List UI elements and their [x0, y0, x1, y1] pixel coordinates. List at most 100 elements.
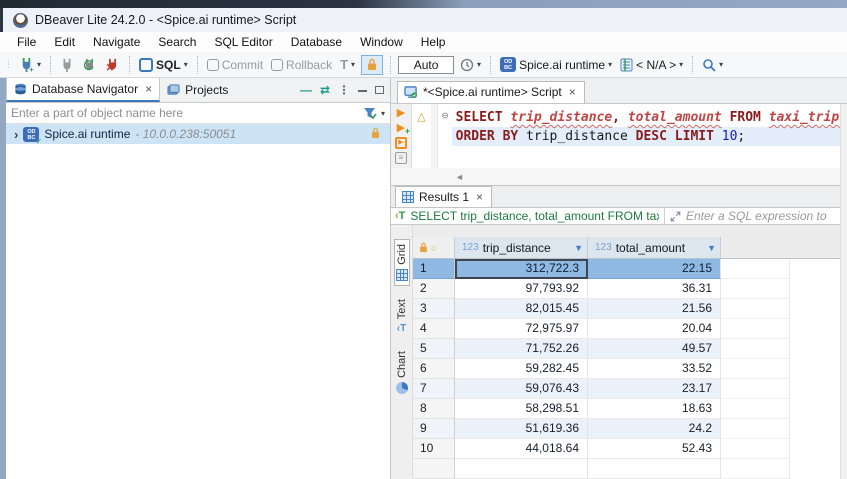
connect-button[interactable]: + ▾: [17, 56, 43, 73]
close-icon[interactable]: ×: [569, 85, 576, 99]
filter-caret-icon[interactable]: ▾: [381, 109, 385, 118]
menu-help[interactable]: Help: [412, 33, 455, 51]
cell-trip-distance[interactable]: 59,076.43: [455, 379, 588, 399]
menu-search[interactable]: Search: [149, 33, 205, 51]
row-number[interactable]: 9: [413, 419, 455, 439]
table-row[interactable]: 297,793.9236.31: [413, 279, 847, 299]
active-connection-combo[interactable]: ODBC Spice.ai runtime ▾: [498, 56, 614, 73]
sort-icon[interactable]: ▼: [574, 243, 583, 253]
tab-grid-view[interactable]: Grid: [394, 239, 410, 286]
object-filter-input[interactable]: [11, 106, 363, 120]
cell-total-amount[interactable]: 24.2: [588, 419, 721, 439]
menu-edit[interactable]: Edit: [45, 33, 84, 51]
commit-mode-combo[interactable]: Auto: [398, 56, 454, 74]
code-line-2[interactable]: ORDER BY trip_distance DESC LIMIT 10;: [452, 127, 847, 146]
tab-script-editor[interactable]: *<Spice.ai runtime> Script ×: [397, 81, 585, 103]
expander-icon[interactable]: ›: [14, 127, 18, 142]
transaction-log-button[interactable]: T ▾: [338, 56, 357, 73]
tab-chart-view[interactable]: Chart: [395, 347, 409, 398]
execute-statement-button[interactable]: ▶: [397, 107, 405, 119]
transaction-caret-icon[interactable]: ▾: [351, 60, 355, 69]
row-number[interactable]: 10: [413, 439, 455, 459]
row-number[interactable]: 1: [413, 259, 455, 279]
minimize-view-icon[interactable]: [358, 89, 367, 92]
view-menu-icon[interactable]: ⋮: [338, 83, 350, 97]
connection-caret-icon[interactable]: ▾: [608, 60, 612, 69]
close-icon[interactable]: ×: [145, 82, 152, 96]
tab-projects[interactable]: Projects: [160, 78, 235, 102]
row-number[interactable]: 6: [413, 359, 455, 379]
cell-trip-distance[interactable]: 51,619.36: [455, 419, 588, 439]
table-row[interactable]: 571,752.2649.57: [413, 339, 847, 359]
table-row[interactable]: 472,975.9720.04: [413, 319, 847, 339]
execute-script-button[interactable]: ▶: [395, 137, 407, 149]
table-row[interactable]: 858,298.5118.63: [413, 399, 847, 419]
table-row[interactable]: 1044,018.6452.43: [413, 439, 847, 459]
cell-trip-distance[interactable]: 72,975.97: [455, 319, 588, 339]
table-row[interactable]: 1312,722.322.15: [413, 259, 847, 279]
row-number[interactable]: 4: [413, 319, 455, 339]
connect-caret-icon[interactable]: ▾: [37, 60, 41, 69]
cell-total-amount[interactable]: 33.52: [588, 359, 721, 379]
menu-file[interactable]: File: [8, 33, 45, 51]
active-database-combo[interactable]: < N/A > ▾: [618, 57, 685, 73]
maximize-view-icon[interactable]: [375, 86, 384, 94]
column-header-total-amount[interactable]: 123 total_amount ▼: [588, 237, 721, 258]
table-row[interactable]: 659,282.4533.52: [413, 359, 847, 379]
grid-corner-cell[interactable]: ○: [413, 237, 455, 258]
rollback-button[interactable]: Rollback: [269, 57, 334, 73]
filter-funnel-icon[interactable]: [363, 107, 377, 120]
cell-trip-distance[interactable]: 312,722.3: [455, 259, 588, 279]
expand-panel-icon[interactable]: [670, 210, 681, 223]
vertical-scrollbar[interactable]: [840, 104, 847, 479]
tab-results-1[interactable]: Results 1 ×: [395, 186, 492, 207]
cell-trip-distance[interactable]: 58,298.51: [455, 399, 588, 419]
row-number[interactable]: 5: [413, 339, 455, 359]
table-row[interactable]: 951,619.3624.2: [413, 419, 847, 439]
reconnect-button[interactable]: [80, 57, 99, 73]
tab-database-navigator[interactable]: Database Navigator ×: [6, 78, 160, 102]
close-icon[interactable]: ×: [476, 190, 483, 204]
scroll-left-icon[interactable]: ◄: [455, 172, 464, 182]
connection-tree-item[interactable]: › ODBC✓ Spice.ai runtime - 10.0.0.238:50…: [6, 124, 390, 144]
cell-trip-distance[interactable]: 44,018.64: [455, 439, 588, 459]
invalidate-button[interactable]: [103, 57, 122, 73]
menu-window[interactable]: Window: [351, 33, 412, 51]
history-caret-icon[interactable]: ▾: [477, 60, 481, 69]
code-line-1[interactable]: SELECT trip_distance, total_amount FROM …: [452, 108, 847, 127]
column-header-trip-distance[interactable]: 123 trip_distance ▼: [455, 237, 588, 258]
sort-icon[interactable]: ▼: [707, 243, 716, 253]
row-number[interactable]: 8: [413, 399, 455, 419]
sql-caret-icon[interactable]: ▾: [184, 60, 188, 69]
cell-total-amount[interactable]: 36.31: [588, 279, 721, 299]
cell-total-amount[interactable]: 23.17: [588, 379, 721, 399]
cell-trip-distance[interactable]: 97,793.92: [455, 279, 588, 299]
sql-editor-button[interactable]: SQL ▾: [137, 57, 190, 73]
cell-trip-distance[interactable]: 71,752.26: [455, 339, 588, 359]
table-row[interactable]: 382,015.4521.56: [413, 299, 847, 319]
row-number[interactable]: 2: [413, 279, 455, 299]
cell-total-amount[interactable]: 20.04: [588, 319, 721, 339]
row-number[interactable]: 7: [413, 379, 455, 399]
commit-button[interactable]: Commit: [205, 57, 265, 73]
execute-new-tab-button[interactable]: ▶+: [397, 122, 405, 134]
connection-lock-toggle[interactable]: [361, 55, 383, 75]
menu-navigate[interactable]: Navigate: [84, 33, 149, 51]
link-editor-icon[interactable]: ⇄: [320, 83, 330, 97]
cell-total-amount[interactable]: 22.15: [588, 259, 721, 279]
history-button[interactable]: ▾: [458, 57, 483, 73]
menu-database[interactable]: Database: [282, 33, 351, 51]
table-row[interactable]: 759,076.4323.17: [413, 379, 847, 399]
cell-trip-distance[interactable]: 82,015.45: [455, 299, 588, 319]
cell-total-amount[interactable]: 21.56: [588, 299, 721, 319]
code-area[interactable]: SELECT trip_distance, total_amount FROM …: [452, 104, 847, 168]
search-caret-icon[interactable]: ▾: [719, 60, 723, 69]
fold-margin[interactable]: ⊖: [438, 104, 451, 168]
database-caret-icon[interactable]: ▾: [679, 60, 683, 69]
explain-plan-button[interactable]: ≡: [395, 152, 407, 164]
sql-expression-input[interactable]: [686, 209, 843, 223]
cell-total-amount[interactable]: 49.57: [588, 339, 721, 359]
cell-total-amount[interactable]: 18.63: [588, 399, 721, 419]
search-button[interactable]: ▾: [700, 57, 725, 73]
tab-text-view[interactable]: Text ‹T: [395, 295, 409, 338]
